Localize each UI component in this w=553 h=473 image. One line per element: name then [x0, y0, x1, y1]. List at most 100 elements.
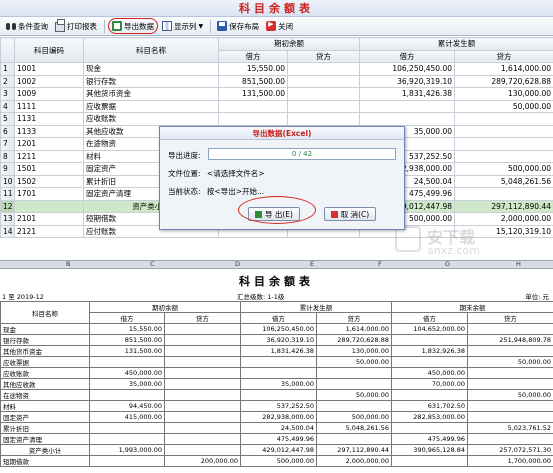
header-opening-balance[interactable]: 期初余额	[218, 37, 360, 51]
cell-opening-credit[interactable]	[287, 99, 360, 113]
cell-accum-debit[interactable]: 36,920,319.10	[359, 74, 455, 88]
cell-opening-debit[interactable]	[218, 99, 288, 113]
row-number[interactable]: 5	[0, 112, 15, 126]
report-cell-name: 固定资产	[0, 411, 90, 423]
row-number-header	[0, 37, 15, 63]
table-row[interactable]: 4 1111 应收票据 50,000.00	[0, 99, 553, 113]
cell-account-code[interactable]: 1001	[14, 62, 84, 76]
cell-account-code[interactable]: 1501	[14, 162, 84, 176]
column-letter[interactable]: E	[310, 260, 314, 268]
export-data-button[interactable]: 导出数据	[108, 18, 158, 34]
cell-opening-debit[interactable]: 131,500.00	[218, 87, 288, 101]
progress-text: 0 / 42	[291, 150, 313, 158]
row-number[interactable]: 8	[0, 149, 15, 163]
cell-accum-credit[interactable]: 289,720,628.88	[454, 74, 553, 88]
cell-opening-credit[interactable]	[287, 74, 360, 88]
cell-account-code[interactable]: 1133	[14, 124, 84, 138]
report-cell-ad: 475,499.96	[240, 433, 317, 445]
cell-account-code[interactable]: 1131	[14, 112, 84, 126]
table-row[interactable]: 3 1009 其他货币资金 131,500.00 1,831,426.38 130,000…	[0, 87, 553, 101]
row-number[interactable]: 2	[0, 74, 15, 88]
row-number[interactable]: 1	[0, 62, 15, 76]
file-location-value[interactable]: <请选择文件名>	[207, 169, 265, 178]
cell-account-code[interactable]: 1201	[14, 137, 84, 151]
column-letter[interactable]: C	[150, 260, 155, 268]
save-layout-button[interactable]: 保存布局	[214, 18, 262, 34]
cell-account-code[interactable]: 1701	[14, 187, 84, 201]
table-row[interactable]: 1 1001 现金 15,550.00 106,250,450.00 1,614,000.…	[0, 62, 553, 76]
cell-opening-debit[interactable]: 15,550.00	[218, 62, 288, 76]
cell-accum-credit[interactable]: 130,000.00	[454, 87, 553, 101]
row-number[interactable]: 14	[0, 224, 15, 238]
report-cell-ac: 297,112,890.44	[316, 444, 392, 456]
cell-account-code[interactable]: 1002	[14, 74, 84, 88]
dialog-cancel-button[interactable]: 取 消(C)	[324, 207, 376, 221]
report-cell-ac: 5,048,261.56	[316, 422, 392, 434]
header-accum-credit[interactable]: 贷方	[454, 49, 553, 63]
cell-account-code[interactable]: 2121	[14, 224, 84, 238]
close-button[interactable]: 关闭	[263, 18, 296, 34]
report-cell-name: 在途物资	[0, 389, 90, 401]
row-number[interactable]: 9	[0, 162, 15, 176]
table-row[interactable]: 5 1131 应收账款	[0, 112, 553, 126]
cell-account-code[interactable]: 2101	[14, 212, 84, 226]
row-number[interactable]: 10	[0, 174, 15, 188]
cell-opening-credit[interactable]	[287, 112, 360, 126]
header-opening-credit[interactable]: 贷方	[287, 49, 360, 63]
print-report-button[interactable]: 打印报表	[52, 18, 100, 34]
cell-opening-credit[interactable]	[287, 87, 360, 101]
row-number[interactable]: 6	[0, 124, 15, 138]
cell-accum-credit[interactable]: 297,112,890.44	[454, 199, 553, 213]
cell-account-code[interactable]: 1009	[14, 87, 84, 101]
cell-account-code[interactable]: 1502	[14, 174, 84, 188]
column-letter[interactable]: F	[378, 260, 382, 268]
row-number[interactable]: 13	[0, 212, 15, 226]
cell-accum-credit[interactable]: 1,614,000.00	[454, 62, 553, 76]
column-letter[interactable]: H	[516, 260, 521, 268]
cell-account-code[interactable]	[14, 199, 84, 213]
cell-account-name[interactable]: 银行存款	[83, 74, 219, 88]
cell-accum-credit[interactable]: 50,000.00	[454, 99, 553, 113]
row-number[interactable]: 7	[0, 137, 15, 151]
header-opening-debit[interactable]: 借方	[218, 49, 288, 63]
cell-accum-debit[interactable]: 106,250,450.00	[359, 62, 455, 76]
report-table: 科目名称 期初余额 累计发生额 期末余额 借方 贷方 借方 贷方 借方 贷方 现…	[0, 301, 553, 467]
cell-accum-credit[interactable]	[454, 149, 553, 163]
cell-account-name[interactable]: 现金	[83, 62, 219, 76]
chevron-down-icon[interactable]: ▼	[199, 23, 204, 30]
header-accumulated[interactable]: 累计发生额	[359, 37, 553, 51]
report-cell-cc	[467, 345, 553, 357]
cell-opening-credit[interactable]	[287, 62, 360, 76]
cell-accum-credit[interactable]	[454, 124, 553, 138]
cell-accum-credit[interactable]: 500,000.00	[454, 162, 553, 176]
header-account-code[interactable]: 科目编码	[14, 37, 84, 63]
column-letter[interactable]: G	[445, 260, 450, 268]
row-number[interactable]: 3	[0, 87, 15, 101]
cell-accum-credit[interactable]	[454, 112, 553, 126]
cell-accum-debit[interactable]	[359, 99, 455, 113]
cell-accum-credit[interactable]	[454, 187, 553, 201]
cell-account-name[interactable]: 应收账款	[83, 112, 219, 126]
column-letter[interactable]: B	[66, 260, 70, 268]
report-cell-ac: 50,000.00	[316, 389, 392, 401]
cell-accum-credit[interactable]	[454, 137, 553, 151]
cell-accum-credit[interactable]: 5,048,261.56	[454, 174, 553, 188]
row-number[interactable]: 12	[0, 199, 15, 213]
header-account-name[interactable]: 科目名称	[83, 37, 219, 63]
report-row: 应收票据 50,000.00 50,000.00	[0, 356, 553, 368]
conditional-query-button[interactable]: 条件查询	[3, 18, 51, 34]
column-letter[interactable]: D	[235, 260, 240, 268]
row-number[interactable]: 11	[0, 187, 15, 201]
cell-opening-debit[interactable]: 851,500.00	[218, 74, 288, 88]
cell-account-name[interactable]: 其他货币资金	[83, 87, 219, 101]
show-columns-button[interactable]: 显示列 ▼	[159, 18, 206, 34]
cell-opening-debit[interactable]	[218, 112, 288, 126]
cell-account-code[interactable]: 1111	[14, 99, 84, 113]
cell-account-name[interactable]: 应收票据	[83, 99, 219, 113]
header-accum-debit[interactable]: 借方	[359, 49, 455, 63]
cell-account-code[interactable]: 1211	[14, 149, 84, 163]
row-number[interactable]: 4	[0, 99, 15, 113]
table-row[interactable]: 2 1002 银行存款 851,500.00 36,920,319.10 289,720,…	[0, 74, 553, 88]
cell-accum-debit[interactable]	[359, 112, 455, 126]
cell-accum-debit[interactable]: 1,831,426.38	[359, 87, 455, 101]
